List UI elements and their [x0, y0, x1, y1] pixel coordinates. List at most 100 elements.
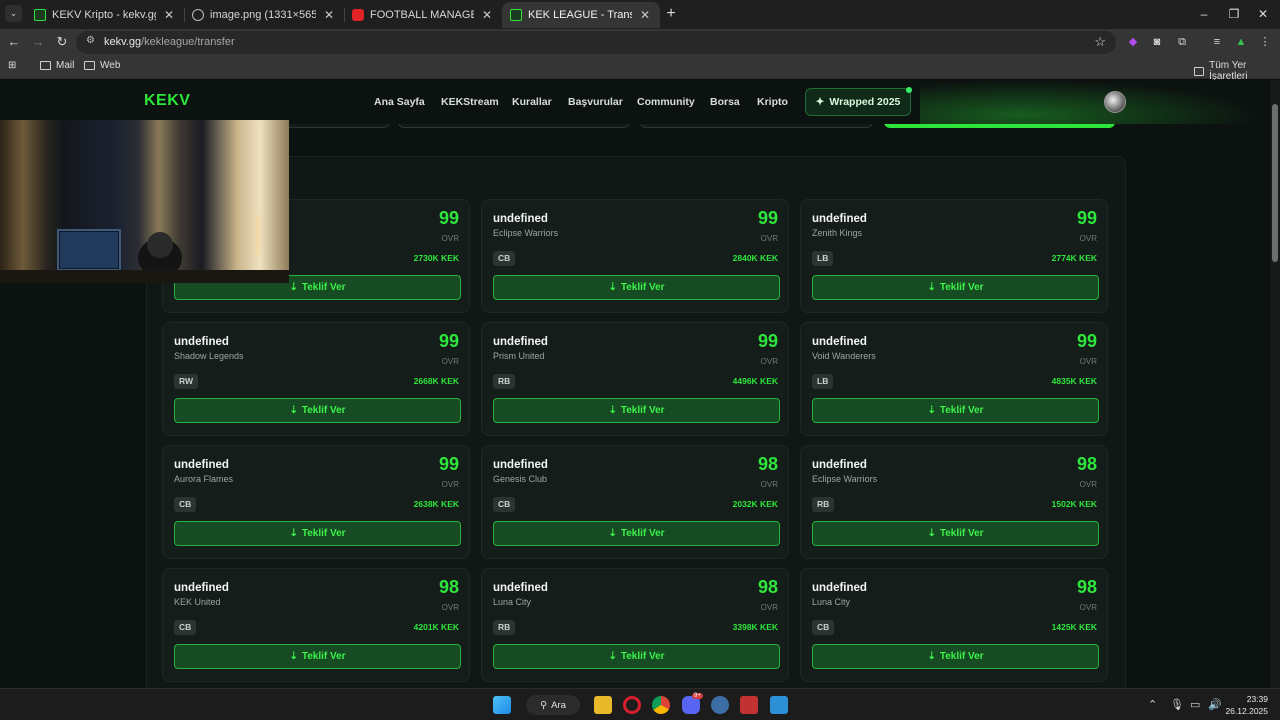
profile-icon[interactable]: ▲ [1234, 35, 1248, 49]
player-price: 2638K KEK [413, 499, 459, 509]
windows-start-icon[interactable] [493, 696, 511, 714]
browser-tab-2[interactable]: image.png (1331×565) ✕ [184, 2, 344, 28]
site-logo[interactable]: KEKV [144, 92, 190, 110]
make-offer-button[interactable]: ⇣ Teklif Ver [174, 521, 461, 546]
player-card: undefined Genesis Club 98 OVR CB 2032K KEK ⇣ Te… [481, 445, 789, 559]
browser-tab-3[interactable]: FOOTBALL MANAGER 2020 | 2( ✕ [344, 2, 502, 28]
offer-icon: ⇣ [608, 282, 617, 293]
player-card: undefined Luna City 98 OVR RB 3398K KEK ⇣ Tekli… [481, 568, 789, 682]
offer-label: Teklif Ver [301, 282, 346, 293]
make-offer-button[interactable]: ⇣ Teklif Ver [493, 521, 780, 546]
steam-icon[interactable] [711, 696, 729, 714]
player-price: 2774K KEK [1051, 253, 1097, 263]
player-ovr-value: 99 [757, 208, 778, 228]
player-price: 1502K KEK [1051, 499, 1097, 509]
media-control-icon[interactable]: ≡ [1210, 35, 1224, 49]
bookmark-star-icon[interactable]: ☆ [1094, 34, 1106, 50]
player-team: Luna City [493, 597, 532, 607]
new-tab-plus-icon[interactable]: + [664, 6, 678, 22]
clock-time: 23:39 [1246, 694, 1268, 704]
system-clock[interactable]: 23:39 26.12.2025 [1225, 693, 1268, 717]
app-icon[interactable] [740, 696, 758, 714]
display-icon[interactable]: ▭ [1190, 698, 1200, 711]
nav-community[interactable]: Community [637, 96, 695, 108]
browser-tab-1[interactable]: KEKV Kripto - kekv.gg ✕ [26, 2, 184, 28]
camera-extension-icon[interactable]: ◙ [1150, 35, 1164, 49]
speaker-icon[interactable]: 🔊 [1208, 698, 1222, 711]
apps-grid-icon[interactable]: ⊞ [8, 60, 16, 71]
taskbar-search[interactable]: ⚲ Ara [526, 695, 580, 715]
player-ovr-value: 98 [438, 577, 459, 597]
folder-icon [1194, 66, 1205, 76]
nav-borsa[interactable]: Borsa [710, 96, 740, 108]
tray-chevron-icon[interactable]: ⌃ [1148, 698, 1157, 711]
player-price: 3398K KEK [732, 622, 778, 632]
folder-icon [40, 61, 51, 70]
make-offer-button[interactable]: ⇣ Teklif Ver [174, 398, 461, 423]
player-name: undefined [812, 213, 867, 225]
make-offer-button[interactable]: ⇣ Teklif Ver [174, 644, 461, 669]
player-team: Luna City [812, 597, 851, 607]
make-offer-button[interactable]: ⇣ Teklif Ver [493, 275, 780, 300]
offer-label: Teklif Ver [620, 282, 665, 293]
tab-search-button[interactable]: ⌄ [5, 5, 22, 22]
player-name: undefined [174, 582, 229, 594]
ovr-label: OVR [441, 480, 459, 489]
site-info-icon[interactable]: ⚙ [86, 35, 95, 46]
file-explorer-icon[interactable] [594, 696, 612, 714]
player-price: 2032K KEK [732, 499, 778, 509]
player-price: 4201K KEK [413, 622, 459, 632]
player-price: 4835K KEK [1051, 376, 1097, 386]
close-tab-icon[interactable]: ✕ [162, 8, 176, 22]
bookmark-mail[interactable]: Mail [40, 60, 74, 71]
microphone-icon[interactable]: 🎙 [1170, 698, 1184, 711]
player-card: undefined Eclipse Warriors 99 OVR CB 2840K KE… [481, 199, 789, 313]
puzzle-extensions-icon[interactable]: ⧉ [1175, 35, 1189, 49]
nav-basvurular[interactable]: Başvurular [568, 96, 623, 108]
address-bar[interactable]: ⚙ kekv.gg/kekleague/transfer ☆ [76, 31, 1116, 54]
player-ovr-value: 98 [757, 577, 778, 597]
player-card: undefined Luna City 98 OVR CB 1425K KEK ⇣ Tekli… [800, 568, 1108, 682]
make-offer-button[interactable]: ⇣ Teklif Ver [812, 521, 1099, 546]
close-window-icon[interactable]: ✕ [1256, 6, 1270, 22]
wrapped-2025-button[interactable]: ✦ Wrapped 2025 [805, 87, 912, 116]
player-card: undefined Void Wanderers 99 OVR LB 4835K KEK ⇣… [800, 322, 1108, 436]
make-offer-button[interactable]: ⇣ Teklif Ver [493, 398, 780, 423]
position-badge: RW [174, 374, 199, 389]
opera-icon[interactable] [623, 696, 641, 714]
make-offer-button[interactable]: ⇣ Teklif Ver [812, 275, 1099, 300]
nav-kripto[interactable]: Kripto [757, 96, 788, 108]
make-offer-button[interactable]: ⇣ Teklif Ver [812, 398, 1099, 423]
notepad-icon[interactable] [770, 696, 788, 714]
make-offer-button[interactable]: ⇣ Teklif Ver [812, 644, 1099, 669]
scrollbar-thumb[interactable] [1272, 104, 1278, 262]
minimize-icon[interactable]: – [1197, 6, 1211, 22]
browser-tab-4[interactable]: KEK LEAGUE - Transfer Pazarı ✕ [502, 2, 660, 28]
nav-kurallar[interactable]: Kurallar [512, 96, 552, 108]
reload-icon[interactable]: ↻ [54, 34, 70, 50]
close-tab-icon[interactable]: ✕ [322, 8, 336, 22]
all-bookmarks[interactable]: Tüm Yer İşaretleri [1194, 60, 1280, 82]
player-team: Eclipse Warriors [812, 474, 878, 484]
bookmark-web[interactable]: Web [84, 60, 120, 71]
ovr-label: OVR [441, 234, 459, 243]
user-avatar[interactable] [1104, 91, 1126, 113]
offer-icon: ⇣ [608, 405, 617, 416]
extension-icon[interactable]: ◆ [1126, 35, 1140, 49]
webcam-overlay [0, 120, 289, 283]
menu-kebab-icon[interactable]: ⋮ [1258, 35, 1272, 49]
nav-ana-sayfa[interactable]: Ana Sayfa [374, 96, 425, 108]
chrome-icon[interactable] [652, 696, 670, 714]
make-offer-button[interactable]: ⇣ Teklif Ver [493, 644, 780, 669]
player-card: undefined Aurora Flames 99 OVR CB 2638K KEK ⇣ T… [162, 445, 470, 559]
page-scrollbar[interactable] [1270, 80, 1280, 688]
nav-kekstream[interactable]: KEKStream [441, 96, 499, 108]
player-name: undefined [493, 582, 548, 594]
ovr-label: OVR [441, 357, 459, 366]
close-tab-icon[interactable]: ✕ [480, 8, 494, 22]
restore-icon[interactable]: ❐ [1227, 6, 1241, 22]
forward-arrow-icon[interactable]: → [30, 34, 46, 50]
back-arrow-icon[interactable]: ← [6, 34, 22, 50]
bookmark-label: Web [100, 60, 121, 71]
close-tab-icon[interactable]: ✕ [638, 8, 652, 22]
